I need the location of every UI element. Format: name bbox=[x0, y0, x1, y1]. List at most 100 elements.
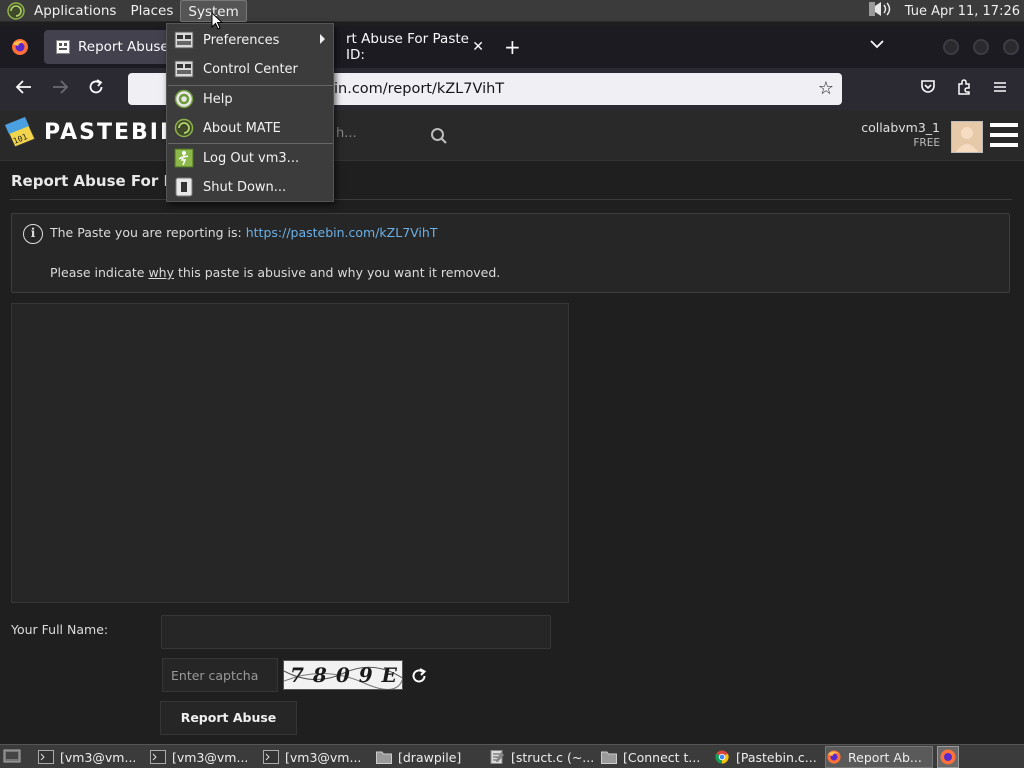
workspace-switcher[interactable] bbox=[937, 746, 959, 768]
volume-icon[interactable] bbox=[867, 0, 895, 23]
extensions-icon[interactable] bbox=[952, 78, 976, 100]
task-label: [struct.c (~... bbox=[511, 749, 595, 765]
minimize-window-button[interactable] bbox=[943, 39, 959, 55]
menu-item-control-center[interactable]: Control Center bbox=[167, 55, 333, 83]
task-label: [drawpile] bbox=[398, 749, 462, 765]
menu-item-about-mate[interactable]: About MATE bbox=[167, 114, 333, 142]
preferences-icon bbox=[174, 30, 194, 50]
folder-icon bbox=[601, 751, 617, 764]
search-input[interactable]: h... bbox=[336, 126, 357, 141]
pastebin-logo[interactable]: 101 bbox=[3, 115, 37, 155]
menu-item-label: About MATE bbox=[203, 120, 281, 136]
firefox-view-icon[interactable] bbox=[11, 38, 29, 60]
full-name-input[interactable] bbox=[161, 615, 551, 649]
control-center-icon bbox=[174, 59, 194, 79]
refresh-captcha-icon[interactable] bbox=[410, 667, 428, 690]
menu-item-preferences[interactable]: Preferences bbox=[167, 26, 333, 54]
task-label: Report Ab... bbox=[848, 749, 922, 765]
menu-item-help[interactable]: Help bbox=[167, 85, 333, 113]
mate-logo-icon[interactable] bbox=[5, 0, 27, 22]
taskbar-item-pastebin-chrome[interactable]: [Pastebin.c... bbox=[714, 746, 822, 768]
url-text[interactable]: in.com/report/kZL7VihT bbox=[334, 81, 504, 97]
instruction-text: Please indicate why this paste is abusiv… bbox=[50, 265, 500, 280]
show-desktop-icon[interactable] bbox=[3, 748, 21, 768]
instruction-before: Please indicate bbox=[50, 265, 149, 280]
taskbar-item-terminal-2[interactable]: [vm3@vm... bbox=[150, 746, 258, 768]
places-menu[interactable]: Places bbox=[123, 0, 180, 22]
task-label: [vm3@vm... bbox=[172, 749, 249, 765]
page-title: Report Abuse For Pa bbox=[11, 172, 185, 190]
mouse-cursor-icon bbox=[211, 11, 224, 34]
full-name-label: Your Full Name: bbox=[11, 622, 109, 637]
pastebin-header: 101 PASTEBIN h... collabvm3_1 FREE bbox=[0, 110, 1024, 161]
bookmark-star-icon[interactable]: ☆ bbox=[818, 78, 834, 99]
instruction-after: this paste is abusive and why you want i… bbox=[173, 265, 501, 280]
menu-item-label: Help bbox=[203, 91, 233, 107]
system-dropdown-menu: Preferences Control Center Help About MA… bbox=[166, 23, 334, 202]
firefox-icon bbox=[827, 750, 841, 764]
new-tab-button[interactable]: + bbox=[504, 35, 521, 59]
terminal-icon bbox=[38, 750, 54, 764]
avatar[interactable] bbox=[951, 121, 983, 153]
taskbar-item-struct-c[interactable]: [struct.c (~... bbox=[489, 746, 597, 768]
captcha-input[interactable]: Enter captcha bbox=[162, 658, 278, 692]
reload-button[interactable] bbox=[84, 78, 108, 100]
web-page: 101 PASTEBIN h... collabvm3_1 FREE Repor… bbox=[0, 110, 1024, 744]
menu-item-label: Log Out vm3... bbox=[203, 150, 300, 166]
submenu-arrow-icon bbox=[320, 34, 325, 44]
tab-title: rt Abuse For Paste ID: bbox=[346, 31, 469, 63]
browser-tab-bar: Report Abuse F rt Abuse For Paste ID: ✕ … bbox=[0, 26, 1024, 68]
text-editor-icon bbox=[490, 750, 504, 764]
info-notice: i The Paste you are reporting is: https:… bbox=[11, 213, 1010, 293]
divider bbox=[10, 199, 1012, 200]
taskbar-item-connect[interactable]: [Connect t... bbox=[601, 746, 709, 768]
why-text: why bbox=[148, 265, 174, 280]
task-label: [vm3@vm... bbox=[285, 749, 362, 765]
report-abuse-button[interactable]: Report Abuse bbox=[160, 701, 297, 735]
task-label: [vm3@vm... bbox=[60, 749, 137, 765]
bottom-taskbar: [vm3@vm... [vm3@vm... [vm3@vm... [drawpi… bbox=[0, 744, 1024, 768]
maximize-window-button[interactable] bbox=[973, 39, 989, 55]
close-tab-icon[interactable]: ✕ bbox=[472, 39, 484, 55]
navigation-toolbar: in.com/report/kZL7VihT ☆ bbox=[0, 68, 1024, 110]
terminal-icon bbox=[263, 750, 279, 764]
search-icon[interactable] bbox=[430, 127, 448, 149]
forward-button[interactable] bbox=[48, 78, 72, 100]
terminal-icon bbox=[150, 750, 166, 764]
hamburger-menu-icon[interactable] bbox=[990, 123, 1018, 147]
taskbar-item-drawpile[interactable]: [drawpile] bbox=[376, 746, 484, 768]
taskbar-item-terminal-3[interactable]: [vm3@vm... bbox=[263, 746, 371, 768]
pastebin-favicon bbox=[56, 40, 70, 54]
taskbar-item-report-abuse-firefox[interactable]: Report Ab... bbox=[825, 746, 933, 768]
task-label: [Connect t... bbox=[623, 749, 701, 765]
close-window-button[interactable] bbox=[1003, 39, 1019, 55]
abuse-reason-textarea[interactable] bbox=[11, 303, 569, 603]
username[interactable]: collabvm3_1 bbox=[861, 120, 940, 135]
menu-item-shut-down[interactable]: Shut Down... bbox=[167, 173, 333, 201]
back-button[interactable] bbox=[12, 78, 36, 100]
pocket-icon[interactable] bbox=[916, 78, 940, 100]
info-icon: i bbox=[23, 224, 43, 244]
menu-item-label: Preferences bbox=[203, 32, 280, 48]
mate-icon bbox=[174, 118, 194, 138]
info-text: The Paste you are reporting is: https://… bbox=[50, 225, 437, 240]
chrome-icon bbox=[715, 750, 729, 764]
firefox-icon bbox=[940, 749, 956, 765]
applications-menu[interactable]: Applications bbox=[27, 0, 123, 22]
logout-icon bbox=[174, 148, 194, 168]
shutdown-icon bbox=[174, 177, 194, 197]
menu-item-label: Shut Down... bbox=[203, 179, 287, 195]
task-label: [Pastebin.c... bbox=[736, 749, 817, 765]
taskbar-item-terminal-1[interactable]: [vm3@vm... bbox=[38, 746, 146, 768]
captcha-text: 7809E2 bbox=[290, 663, 402, 687]
list-all-tabs-button[interactable] bbox=[870, 37, 884, 53]
paste-link[interactable]: https://pastebin.com/kZL7VihT bbox=[246, 225, 438, 240]
pastebin-brand[interactable]: PASTEBIN bbox=[44, 120, 180, 145]
captcha-image: 7809E2 bbox=[283, 660, 403, 690]
panel-clock[interactable]: Tue Apr 11, 17:26 bbox=[905, 4, 1020, 19]
info-prefix: The Paste you are reporting is: bbox=[50, 225, 246, 240]
menu-item-log-out[interactable]: Log Out vm3... bbox=[167, 144, 333, 172]
tab-report-abuse-paste-id[interactable]: rt Abuse For Paste ID: ✕ bbox=[334, 30, 494, 64]
menu-item-label: Control Center bbox=[203, 61, 298, 77]
app-menu-icon[interactable] bbox=[988, 78, 1012, 100]
